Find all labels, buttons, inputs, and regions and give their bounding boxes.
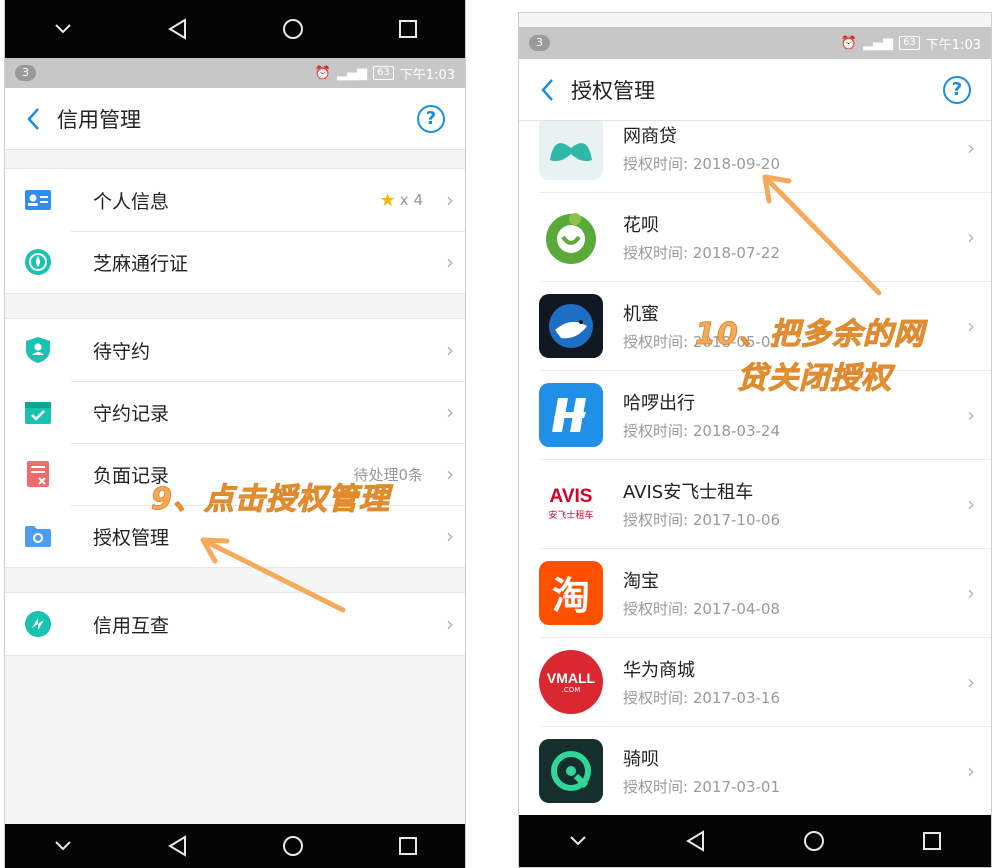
chevron-right-icon: ›	[446, 188, 454, 212]
chevron-down-icon[interactable]	[558, 821, 598, 861]
menu-label: 个人信息	[93, 190, 170, 213]
status-bar: 3 ⏰ ▂▄▆ 63 下午1:03	[5, 58, 465, 88]
home-circle-icon[interactable]	[794, 821, 834, 861]
annotation-text-right-line2: 贷关闭授权	[737, 361, 892, 397]
notification-badge: 3	[15, 65, 36, 81]
app-name: AVIS安飞士租车	[623, 481, 754, 503]
back-triangle-icon[interactable]	[676, 821, 716, 861]
huabei-logo-icon	[539, 204, 603, 269]
chevron-right-icon: ›	[967, 224, 975, 249]
chevron-right-icon: ›	[967, 580, 975, 605]
clock: 下午1:03	[925, 37, 981, 53]
back-triangle-icon[interactable]	[158, 9, 198, 49]
menu-label: 待守约	[93, 340, 151, 363]
chevron-right-icon: ›	[446, 400, 454, 424]
app-name: 华为商城	[623, 659, 695, 681]
back-arrow-icon[interactable]	[13, 99, 53, 139]
qibei-logo-icon	[539, 738, 603, 803]
help-icon[interactable]: ?	[943, 75, 971, 104]
bottom-navigation-bar	[5, 824, 465, 868]
bottom-navigation-bar	[519, 815, 991, 867]
jimi-logo-icon	[539, 293, 603, 358]
folder-gear-icon	[5, 524, 71, 548]
menu-item-personal-info[interactable]: 个人信息 ★ x 4 ›	[5, 169, 465, 231]
right-phone-screen: 3 ⏰ ▂▄▆ 63 下午1:03 授权管理 ? 网商贷 授权时间: 2018-…	[518, 12, 992, 868]
shield-person-icon	[5, 336, 71, 364]
title-bar: 信用管理 ?	[5, 88, 465, 150]
status-bar: 3 ⏰ ▂▄▆ 63 下午1:03	[519, 27, 991, 59]
annotation-arrow-right	[762, 174, 882, 296]
calendar-check-icon	[5, 399, 71, 425]
auth-date: 授权时间: 2017-03-01	[623, 777, 780, 796]
recents-square-icon[interactable]	[388, 826, 428, 866]
menu-item-sesame-pass[interactable]: 芝麻通行证 ›	[5, 231, 465, 293]
home-circle-icon[interactable]	[273, 9, 313, 49]
recents-square-icon[interactable]	[388, 9, 428, 49]
chevron-right-icon: ›	[446, 612, 454, 636]
title-bar: 授权管理 ?	[519, 59, 991, 121]
list-item-avis[interactable]: AVIS 安飞士租车 AVIS安飞士租车 授权时间: 2017-10-06 ›	[519, 459, 991, 548]
annotation-text-right-line1: 10、把多余的网	[695, 317, 925, 353]
chevron-right-icon: ›	[967, 669, 975, 694]
page-title: 授权管理	[571, 78, 655, 103]
notification-badge: 3	[529, 35, 550, 51]
app-name: 骑呗	[623, 748, 659, 770]
document-x-icon	[5, 460, 71, 488]
chevron-right-icon: ›	[446, 462, 454, 486]
chevron-right-icon: ›	[967, 491, 975, 516]
alarm-icon: ⏰	[840, 35, 858, 51]
alarm-icon: ⏰	[314, 65, 332, 81]
menu-label: 守约记录	[93, 402, 170, 425]
left-phone-screen: 3 ⏰ ▂▄▆ 63 下午1:03 信用管理 ? 个人信息 ★ x 4 › 芝麻通…	[4, 0, 466, 868]
chevron-right-icon: ›	[967, 313, 975, 338]
chevron-right-icon: ›	[446, 524, 454, 548]
battery-icon: 63	[899, 36, 920, 50]
chevron-down-icon[interactable]	[43, 9, 83, 49]
auth-date: 授权时间: 2017-04-08	[623, 599, 780, 618]
id-card-icon	[5, 190, 71, 210]
menu-item-pending-promise[interactable]: 待守约 ›	[5, 319, 465, 381]
list-item-taobao[interactable]: 淘 淘宝 授权时间: 2017-04-08 ›	[519, 548, 991, 637]
list-item-qibei[interactable]: 骑呗 授权时间: 2017-03-01 ›	[519, 726, 991, 815]
chevron-right-icon: ›	[967, 402, 975, 427]
star-count: ★ x 4	[379, 189, 423, 211]
annotation-arrow-left	[200, 537, 346, 613]
star-icon: ★	[379, 189, 396, 211]
help-icon[interactable]: ?	[417, 104, 445, 133]
top-navigation-bar	[5, 0, 465, 58]
menu-group-1: 个人信息 ★ x 4 › 芝麻通行证 ›	[5, 168, 465, 294]
signal-icon: ▂▄▆	[337, 65, 368, 81]
home-circle-icon[interactable]	[273, 826, 313, 866]
recents-square-icon[interactable]	[912, 821, 952, 861]
wangshangdai-logo-icon	[539, 121, 603, 180]
chevron-right-icon: ›	[967, 758, 975, 783]
auth-date: 授权时间: 2017-10-06	[623, 510, 780, 529]
menu-item-promise-records[interactable]: 守约记录 ›	[5, 381, 465, 443]
list-item-vmall[interactable]: VMALL .COM 华为商城 授权时间: 2017-03-16 ›	[519, 637, 991, 726]
app-name: 淘宝	[623, 570, 659, 592]
auth-date: 授权时间: 2018-03-24	[623, 421, 780, 440]
chevron-right-icon: ›	[446, 338, 454, 362]
back-arrow-icon[interactable]	[527, 70, 567, 110]
back-triangle-icon[interactable]	[158, 826, 198, 866]
app-name: 网商贷	[623, 125, 677, 147]
vmall-logo-icon: VMALL .COM	[539, 649, 603, 714]
chevron-right-icon: ›	[967, 135, 975, 160]
chevron-right-icon: ›	[446, 250, 454, 274]
annotation-text-left: 9、点击授权管理	[151, 482, 390, 518]
clock: 下午1:03	[399, 67, 455, 83]
chevron-down-icon[interactable]	[43, 826, 83, 866]
avis-logo-icon: AVIS 安飞士租车	[539, 471, 603, 536]
menu-label: 芝麻通行证	[93, 252, 189, 275]
auth-date: 授权时间: 2017-03-16	[623, 688, 780, 707]
signal-icon: ▂▄▆	[863, 35, 894, 51]
page-title: 信用管理	[57, 107, 141, 132]
credit-exchange-icon	[5, 610, 71, 638]
sesame-pass-icon	[5, 248, 71, 276]
taobao-logo-icon: 淘	[539, 560, 603, 625]
battery-icon: 63	[373, 66, 394, 80]
hellobike-logo-icon	[539, 382, 603, 447]
